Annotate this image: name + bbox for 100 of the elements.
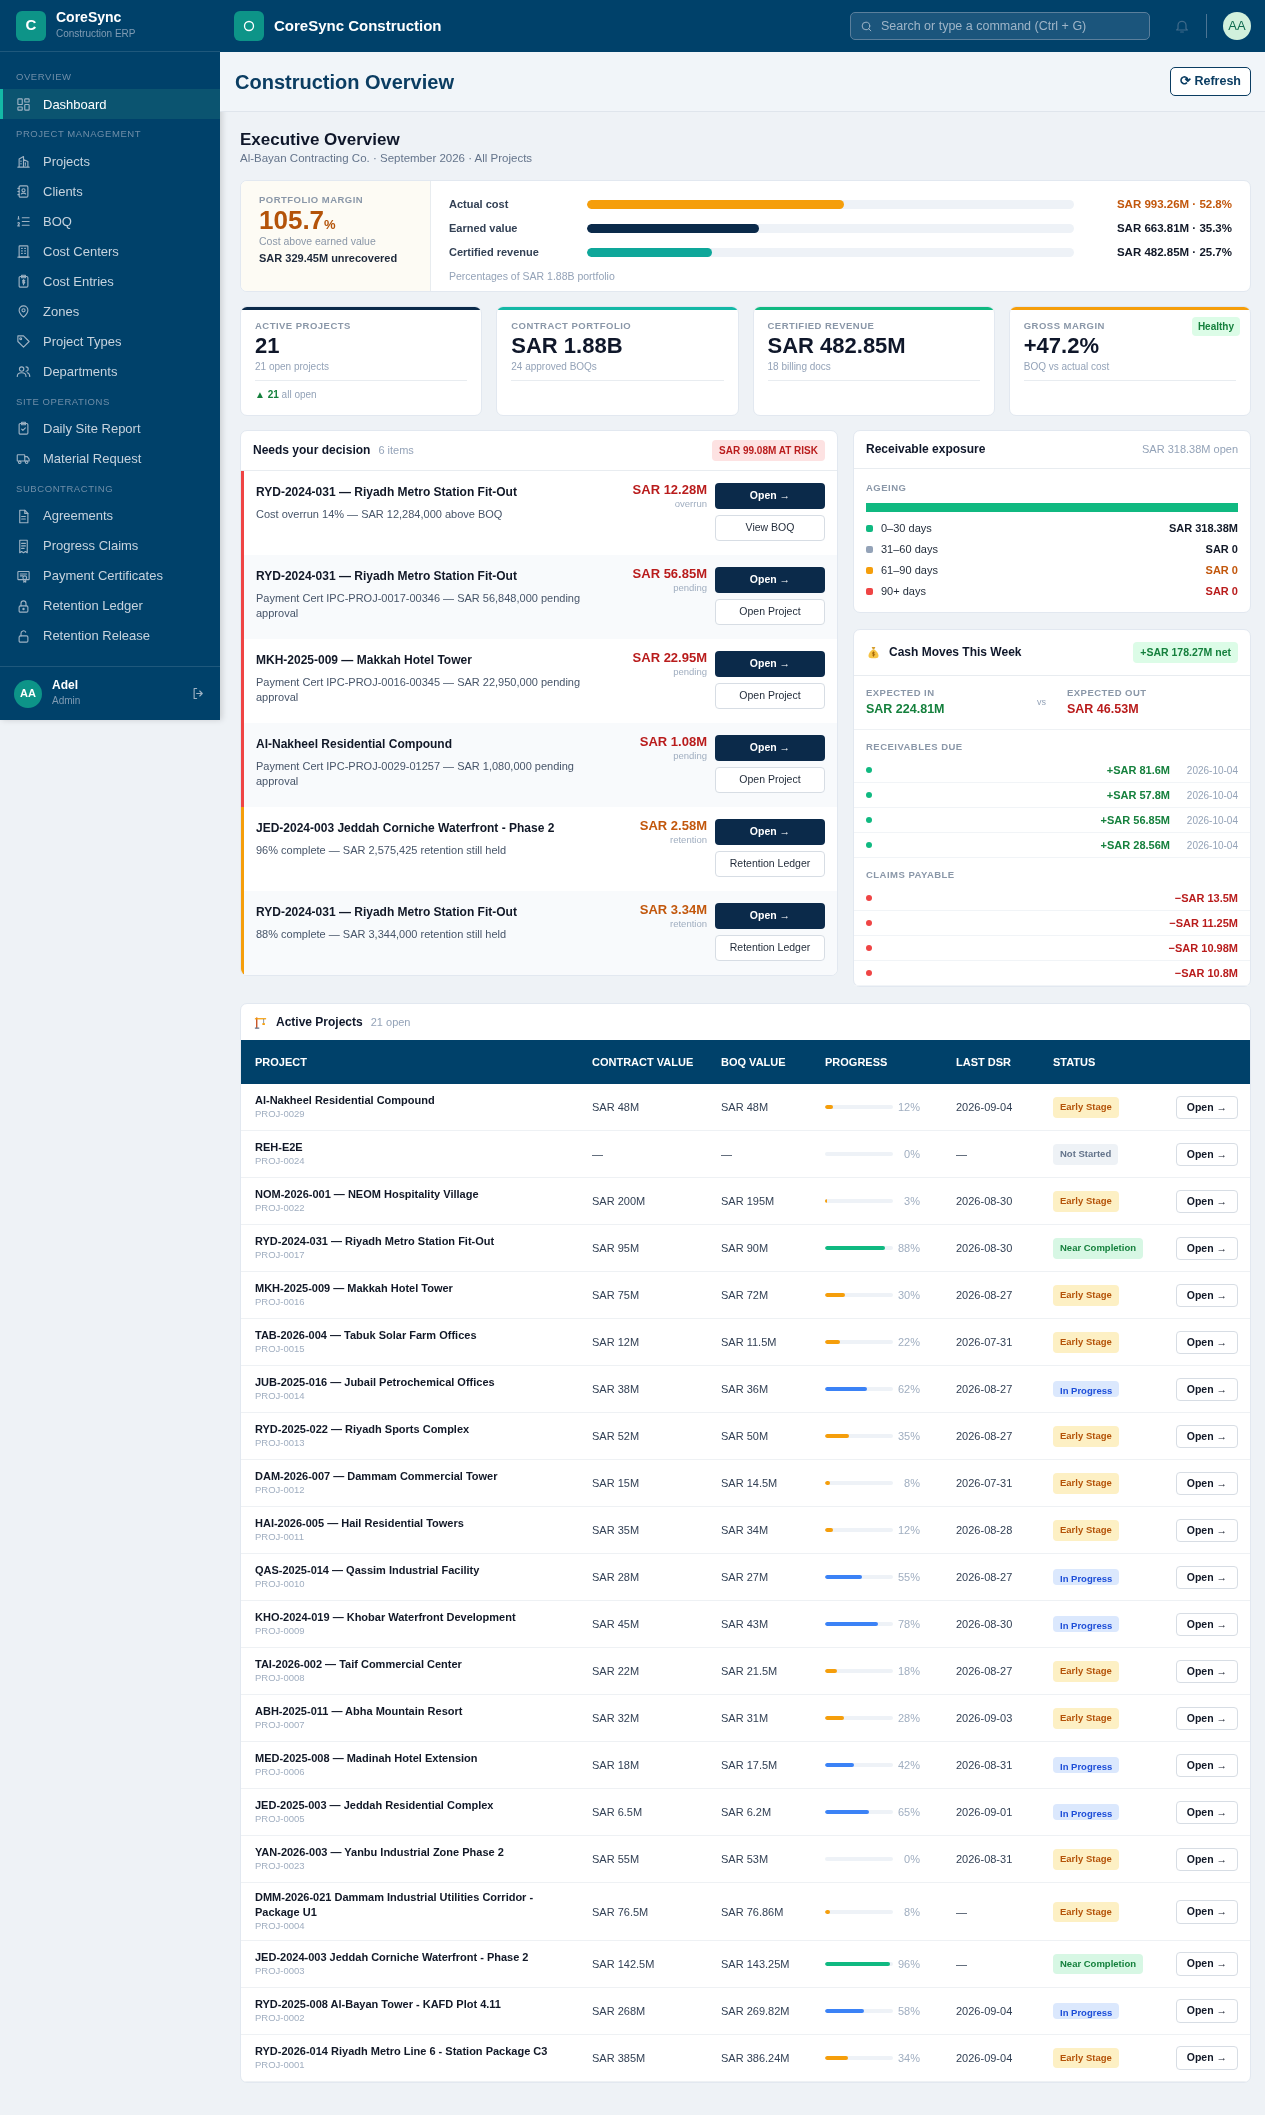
sidebar-item[interactable]: Material Request xyxy=(0,443,220,474)
open-button[interactable]: Open → xyxy=(1175,1612,1238,1637)
claim-amount: −SAR 13.5M xyxy=(1174,891,1238,907)
project-name: TAI-2026-002 — Taif Commercial Center xyxy=(255,1657,462,1672)
sidebar-item[interactable]: Retention Ledger xyxy=(0,591,220,621)
open-button[interactable]: Open → xyxy=(1175,1753,1238,1778)
open-button[interactable]: Open → xyxy=(1175,1377,1238,1402)
open-button[interactable]: Open → xyxy=(1175,1899,1238,1924)
open-button[interactable]: Open → xyxy=(715,566,825,593)
due-date: 2026-10-04 xyxy=(1185,763,1238,778)
sidebar-item[interactable]: Progress Claims xyxy=(0,531,220,561)
section-subtitle: Al-Bayan Contracting Co. · September 2026 · All Projects xyxy=(240,151,534,167)
open-button[interactable]: Open → xyxy=(1175,1236,1238,1261)
kpi-value: SAR 482.85M xyxy=(767,332,907,360)
secondary-button[interactable]: Retention Ledger xyxy=(715,850,825,877)
open-button[interactable]: Open → xyxy=(1175,1659,1238,1684)
open-button[interactable]: Open → xyxy=(1175,2046,1238,2071)
amount-note: overrun xyxy=(673,496,707,511)
sidebar-item[interactable]: Agreements xyxy=(0,501,220,531)
legend-amount: SAR 318.38M xyxy=(1168,521,1238,537)
claim-amount: −SAR 10.8M xyxy=(1174,966,1238,982)
logout-icon[interactable] xyxy=(191,686,206,701)
open-button[interactable]: Open → xyxy=(715,482,825,509)
sidebar-item[interactable]: Dashboard xyxy=(0,89,220,120)
project-code: PROJ-0022 xyxy=(255,1201,305,1216)
table-cell: 2026-08-28 xyxy=(948,1507,1045,1555)
sidebar-item[interactable]: Projects xyxy=(0,146,220,177)
sidebar-item[interactable]: Cost Centers xyxy=(0,236,220,267)
kpi-value: 105.7% xyxy=(259,206,337,235)
legend-amount: SAR 0 xyxy=(1205,563,1238,579)
table-cell: SAR 48M xyxy=(713,1084,817,1132)
refresh-button[interactable]: ⟳ Refresh xyxy=(1169,67,1251,96)
open-button[interactable]: Open → xyxy=(1175,1424,1238,1449)
table-cell: 2026-08-27 xyxy=(948,1413,1045,1461)
status-dot xyxy=(866,767,872,774)
open-button[interactable]: Open → xyxy=(1175,1847,1238,1872)
open-button[interactable]: Open → xyxy=(1175,1189,1238,1214)
open-button[interactable]: Open → xyxy=(1175,1471,1238,1496)
sidebar-item[interactable]: Cost Entries xyxy=(0,266,220,297)
bar-reading: SAR 993.26M · 52.8% xyxy=(1115,197,1232,212)
open-button[interactable]: Open → xyxy=(1175,1952,1238,1977)
table-cell: — xyxy=(948,1883,1045,1942)
search-field[interactable]: Search or type a command (Ctrl + G) xyxy=(850,12,1150,40)
open-button[interactable]: Open → xyxy=(1175,1999,1238,2024)
secondary-button[interactable]: Retention Ledger xyxy=(715,934,825,961)
progress-percent: 78% xyxy=(897,1617,921,1633)
open-button[interactable]: Open → xyxy=(1175,1518,1238,1543)
project-name: MED-2025-008 — Madinah Hotel Extension xyxy=(255,1751,478,1766)
panel-title: Active Projects xyxy=(276,1014,363,1032)
open-button[interactable]: Open → xyxy=(715,818,825,845)
progress-percent: 42% xyxy=(897,1758,921,1774)
secondary-button[interactable]: View BOQ xyxy=(715,514,825,541)
project-code: PROJ-0001 xyxy=(255,2058,305,2073)
sidebar-item[interactable]: Zones xyxy=(0,296,220,327)
table-cell: SAR 75M xyxy=(584,1272,713,1320)
status-badge: Early Stage xyxy=(1053,1332,1119,1353)
open-button[interactable]: Open → xyxy=(1175,1142,1238,1167)
sidebar-item[interactable]: Departments xyxy=(0,356,220,387)
table-cell: SAR 48M xyxy=(584,1084,713,1132)
decision-amount: SAR 3.34M xyxy=(638,902,707,917)
project-name: DAM-2026-007 — Dammam Commercial Tower xyxy=(255,1469,498,1484)
user-avatar[interactable]: AA xyxy=(1223,12,1251,40)
ageing-label: AGEING xyxy=(866,480,908,495)
open-button[interactable]: Open → xyxy=(1175,1706,1238,1731)
progress-percent: 62% xyxy=(897,1382,921,1398)
project-name: MKH-2025-009 — Makkah Hotel Tower xyxy=(255,1281,453,1296)
sidebar-item[interactable]: BOQ xyxy=(0,206,220,237)
status-dot xyxy=(866,945,872,952)
secondary-button[interactable]: Open Project xyxy=(715,598,825,625)
user-role: Admin xyxy=(52,693,81,708)
open-button[interactable]: Open → xyxy=(1175,1095,1238,1120)
secondary-button[interactable]: Open Project xyxy=(715,682,825,709)
table-cell: 2026-08-27 xyxy=(948,1272,1045,1320)
open-button[interactable]: Open → xyxy=(715,734,825,761)
project-name: KHO-2024-019 — Khobar Waterfront Development xyxy=(255,1610,516,1625)
kpi-value: SAR 1.88B xyxy=(511,332,624,360)
open-button[interactable]: Open → xyxy=(1175,1330,1238,1355)
brand-subtitle: Construction ERP xyxy=(56,26,136,41)
kpi-amount: SAR 329.45M unrecovered xyxy=(259,250,399,266)
sidebar-item[interactable]: Retention Release xyxy=(0,621,220,651)
progress-percent: 3% xyxy=(904,1194,921,1210)
sidebar-item[interactable]: Daily Site Report xyxy=(0,413,220,444)
status-badge: In Progress xyxy=(1053,1757,1120,1774)
amount-note: pending xyxy=(672,748,707,763)
open-button[interactable]: Open → xyxy=(715,650,825,677)
table-cell: 2026-09-01 xyxy=(948,1789,1045,1837)
progress-percent: 12% xyxy=(897,1523,921,1539)
open-button[interactable]: Open → xyxy=(715,902,825,929)
kpi-note: 21 open projects xyxy=(255,359,468,382)
table-cell: — xyxy=(713,1131,817,1179)
table-cell: SAR 386.24M xyxy=(713,2035,817,2083)
sidebar-item[interactable]: Project Types xyxy=(0,326,220,357)
sidebar-item[interactable]: Payment Certificates xyxy=(0,561,220,591)
status-badge: Early Stage xyxy=(1053,1426,1119,1447)
secondary-button[interactable]: Open Project xyxy=(715,766,825,793)
sidebar-item[interactable]: Clients xyxy=(0,176,220,207)
open-button[interactable]: Open → xyxy=(1175,1565,1238,1590)
open-button[interactable]: Open → xyxy=(1175,1283,1238,1308)
page-title: Construction Overview xyxy=(235,69,454,94)
open-button[interactable]: Open → xyxy=(1175,1800,1238,1825)
